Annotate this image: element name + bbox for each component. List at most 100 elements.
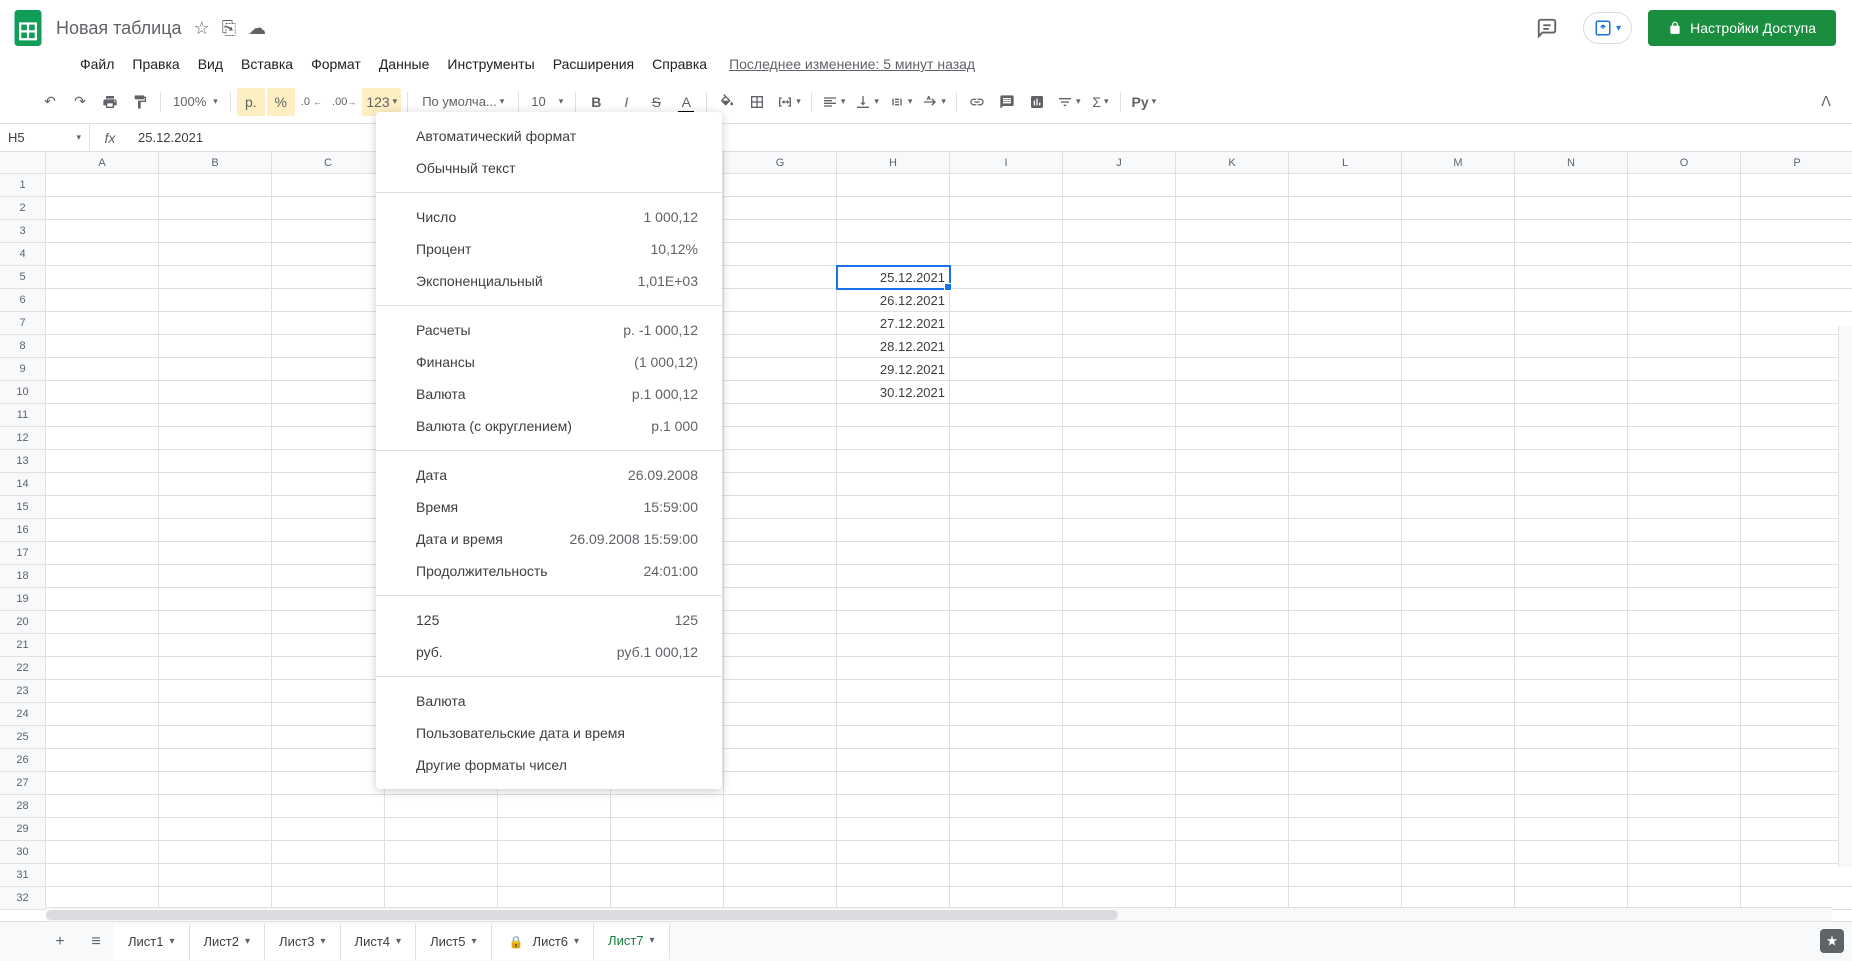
- cell[interactable]: [1402, 795, 1515, 818]
- cell[interactable]: [1176, 542, 1289, 565]
- format-option[interactable]: Время15:59:00: [376, 491, 722, 523]
- cell[interactable]: [1176, 381, 1289, 404]
- cell[interactable]: [1515, 473, 1628, 496]
- cell[interactable]: [724, 726, 837, 749]
- cell[interactable]: [159, 680, 272, 703]
- cell[interactable]: [1402, 680, 1515, 703]
- row-header[interactable]: 23: [0, 680, 46, 703]
- cell[interactable]: [1741, 726, 1852, 749]
- cell[interactable]: [1176, 266, 1289, 289]
- cell[interactable]: [1741, 381, 1852, 404]
- cell[interactable]: [724, 404, 837, 427]
- cell[interactable]: [46, 381, 159, 404]
- cell[interactable]: [611, 818, 724, 841]
- cell[interactable]: [950, 174, 1063, 197]
- cell[interactable]: [724, 818, 837, 841]
- cell[interactable]: [46, 841, 159, 864]
- cell[interactable]: [1515, 864, 1628, 887]
- cell[interactable]: [724, 496, 837, 519]
- format-option[interactable]: Валюта: [376, 685, 722, 717]
- cell[interactable]: [724, 358, 837, 381]
- cell[interactable]: [1063, 427, 1176, 450]
- cell[interactable]: [1176, 473, 1289, 496]
- cell[interactable]: [837, 818, 950, 841]
- row-header[interactable]: 16: [0, 519, 46, 542]
- cell[interactable]: [1289, 450, 1402, 473]
- cell[interactable]: [159, 519, 272, 542]
- cell[interactable]: [46, 680, 159, 703]
- cell[interactable]: [1289, 335, 1402, 358]
- row-header[interactable]: 32: [0, 887, 46, 910]
- cell[interactable]: [724, 266, 837, 289]
- cell[interactable]: [950, 749, 1063, 772]
- col-header[interactable]: I: [950, 152, 1063, 174]
- cell[interactable]: [1063, 312, 1176, 335]
- cell[interactable]: [159, 404, 272, 427]
- format-option[interactable]: Расчетыр. -1 000,12: [376, 314, 722, 346]
- cell[interactable]: [1515, 588, 1628, 611]
- cell[interactable]: [272, 565, 385, 588]
- cell[interactable]: [1176, 772, 1289, 795]
- cell[interactable]: [272, 496, 385, 519]
- format-percent-button[interactable]: %: [267, 88, 295, 116]
- cell[interactable]: [1628, 450, 1741, 473]
- col-header[interactable]: K: [1176, 152, 1289, 174]
- cell[interactable]: [1628, 427, 1741, 450]
- cell[interactable]: [1289, 749, 1402, 772]
- row-header[interactable]: 13: [0, 450, 46, 473]
- format-option[interactable]: Число1 000,12: [376, 201, 722, 233]
- cell[interactable]: [46, 266, 159, 289]
- cell[interactable]: [159, 795, 272, 818]
- cell[interactable]: [837, 565, 950, 588]
- cell[interactable]: [950, 381, 1063, 404]
- cell[interactable]: [950, 243, 1063, 266]
- cell[interactable]: [46, 703, 159, 726]
- cell[interactable]: [1741, 174, 1852, 197]
- cell[interactable]: [1063, 404, 1176, 427]
- cell[interactable]: [1063, 335, 1176, 358]
- cell[interactable]: [950, 657, 1063, 680]
- cell[interactable]: [611, 795, 724, 818]
- cell[interactable]: [837, 588, 950, 611]
- cell[interactable]: [1402, 841, 1515, 864]
- cell[interactable]: [1628, 381, 1741, 404]
- cell[interactable]: [950, 680, 1063, 703]
- cell[interactable]: [1515, 174, 1628, 197]
- cell[interactable]: [46, 220, 159, 243]
- row-header[interactable]: 2: [0, 197, 46, 220]
- cell[interactable]: [950, 795, 1063, 818]
- cell[interactable]: [1628, 358, 1741, 381]
- cell[interactable]: [724, 220, 837, 243]
- cell[interactable]: [1741, 404, 1852, 427]
- col-header[interactable]: C: [272, 152, 385, 174]
- cell[interactable]: [1176, 634, 1289, 657]
- vertical-scrollbar[interactable]: [1838, 326, 1852, 867]
- cell[interactable]: [1741, 611, 1852, 634]
- cell[interactable]: [837, 473, 950, 496]
- cell[interactable]: [46, 496, 159, 519]
- cell[interactable]: [1063, 864, 1176, 887]
- cell[interactable]: [1063, 588, 1176, 611]
- cell[interactable]: [611, 864, 724, 887]
- cell[interactable]: [1176, 726, 1289, 749]
- cell[interactable]: [272, 427, 385, 450]
- cell[interactable]: [1515, 542, 1628, 565]
- cell[interactable]: [159, 818, 272, 841]
- cell[interactable]: [1402, 427, 1515, 450]
- format-option[interactable]: 125125: [376, 604, 722, 636]
- insert-chart-button[interactable]: [1023, 88, 1051, 116]
- cell[interactable]: [724, 703, 837, 726]
- cell[interactable]: [837, 841, 950, 864]
- cell[interactable]: [1402, 611, 1515, 634]
- cell[interactable]: [46, 542, 159, 565]
- cell[interactable]: [1741, 565, 1852, 588]
- cell[interactable]: [1515, 611, 1628, 634]
- cell[interactable]: [837, 634, 950, 657]
- cell[interactable]: [46, 289, 159, 312]
- sheet-tab[interactable]: Лист5▾: [416, 924, 492, 960]
- cell[interactable]: [1176, 312, 1289, 335]
- cell[interactable]: [1741, 703, 1852, 726]
- cell[interactable]: [1402, 542, 1515, 565]
- cell[interactable]: [1176, 795, 1289, 818]
- cell[interactable]: [1063, 611, 1176, 634]
